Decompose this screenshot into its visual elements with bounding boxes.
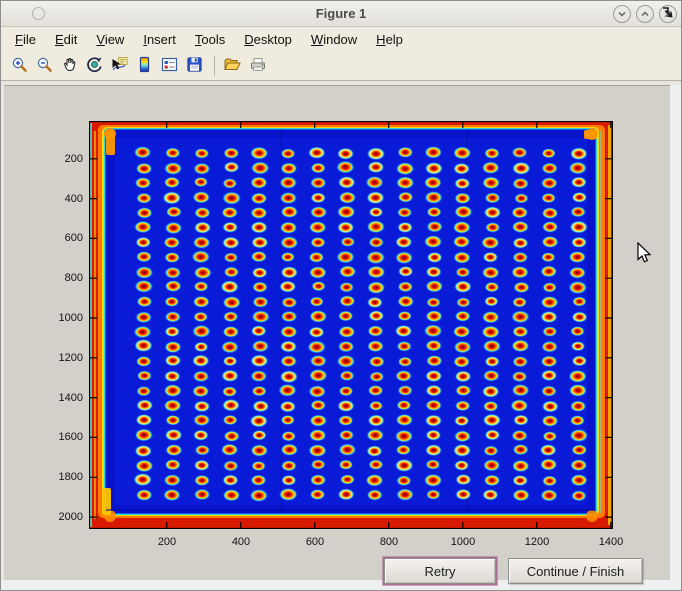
window-title: Figure 1: [1, 6, 681, 21]
y-tick-label: 2000: [29, 511, 83, 523]
x-tick-label: 800: [361, 536, 417, 548]
y-tick-label: 1600: [29, 431, 83, 443]
rotate-3d-icon: [86, 56, 103, 76]
y-tick-label: 1200: [29, 352, 83, 364]
toolbar-open-file-button[interactable]: [220, 54, 245, 78]
chevron-up-icon: [640, 7, 650, 22]
toolbar-separator: [214, 56, 215, 76]
menu-view[interactable]: View: [90, 30, 130, 49]
menu-edit[interactable]: Edit: [49, 30, 83, 49]
insert-legend-icon: [161, 56, 178, 76]
menu-file[interactable]: File: [9, 30, 42, 49]
y-tick-label: 400: [29, 193, 83, 205]
toolbar-print-figure-button[interactable]: [245, 54, 270, 78]
title-bar[interactable]: Figure 1: [1, 1, 681, 27]
y-tick-label: 1400: [29, 392, 83, 404]
menu-desktop[interactable]: Desktop: [238, 30, 298, 49]
minimize-button[interactable]: [613, 5, 631, 23]
print-figure-icon: [249, 56, 267, 76]
dock-figure-arrow-icon[interactable]: [661, 5, 674, 18]
toolbar-zoom-in-button[interactable]: [7, 54, 32, 78]
x-tick-label: 1000: [435, 536, 491, 548]
zoom-out-icon: [36, 56, 53, 76]
data-cursor-icon: [111, 56, 128, 76]
x-tick-label: 1400: [583, 536, 639, 548]
y-tick-label: 1800: [29, 471, 83, 483]
figure-window: Figure 1 File Edit View Insert Tools Desktop W…: [0, 0, 682, 591]
y-tick-label: 200: [29, 153, 83, 165]
menu-help[interactable]: Help: [370, 30, 409, 49]
zoom-in-icon: [11, 56, 28, 76]
menu-tools[interactable]: Tools: [189, 30, 231, 49]
window-right-edge: [670, 85, 681, 591]
y-tick-label: 800: [29, 272, 83, 284]
toolbar-insert-legend-button[interactable]: [157, 54, 182, 78]
toolbar-zoom-out-button[interactable]: [32, 54, 57, 78]
x-tick-label: 600: [287, 536, 343, 548]
toolbar-data-cursor-button[interactable]: [107, 54, 132, 78]
heatmap-image[interactable]: [89, 121, 613, 529]
menu-insert[interactable]: Insert: [137, 30, 182, 49]
menu-window[interactable]: Window: [305, 30, 363, 49]
continue-finish-button[interactable]: Continue / Finish: [508, 558, 643, 584]
y-tick-label: 1000: [29, 312, 83, 324]
menu-bar: File Edit View Insert Tools Desktop Window Help: [1, 28, 681, 51]
open-file-icon: [223, 56, 242, 76]
x-tick-label: 400: [213, 536, 269, 548]
toolbar-insert-colorbar-button[interactable]: [132, 54, 157, 78]
y-tick-label: 600: [29, 232, 83, 244]
x-tick-label: 1200: [509, 536, 565, 548]
pan-icon: [61, 56, 78, 76]
toolbar: [1, 51, 681, 81]
save-figure-icon: [186, 56, 203, 76]
chevron-down-icon: [617, 7, 627, 22]
maximize-button[interactable]: [636, 5, 654, 23]
x-tick-label: 200: [139, 536, 195, 548]
retry-button[interactable]: Retry: [384, 558, 496, 584]
insert-colorbar-icon: [136, 56, 153, 76]
toolbar-save-figure-button[interactable]: [182, 54, 207, 78]
toolbar-pan-button[interactable]: [57, 54, 82, 78]
toolbar-rotate-3d-button[interactable]: [82, 54, 107, 78]
